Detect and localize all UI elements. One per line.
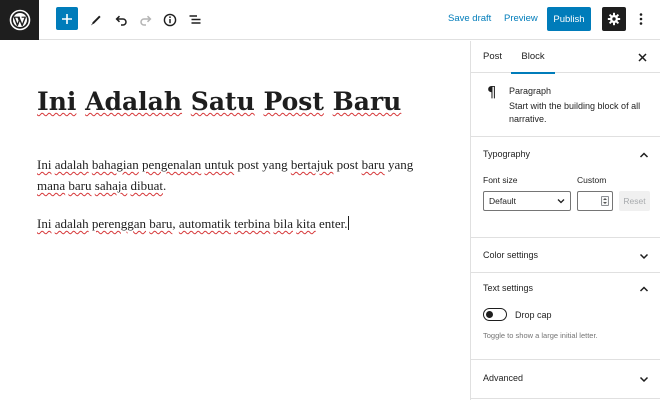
typography-title: Typography	[483, 149, 531, 159]
wordpress-logo-icon[interactable]	[0, 0, 39, 40]
tools-button[interactable]	[85, 6, 107, 34]
text-settings-panel-toggle[interactable]: Text settings	[471, 279, 660, 301]
title-word: Baru	[332, 87, 402, 116]
tab-block[interactable]: Block	[511, 41, 555, 74]
misspelled-word: dibuat	[130, 178, 164, 193]
color-settings-title: Color settings	[483, 250, 539, 260]
custom-font-size-input[interactable]	[577, 191, 613, 211]
misspelled-word: adalah	[54, 157, 89, 172]
title-word: Adalah	[85, 87, 183, 116]
misspelled-word: automatik	[178, 216, 231, 231]
text-caret	[348, 216, 350, 230]
advanced-title: Advanced	[483, 373, 524, 383]
preview-button[interactable]: Preview	[504, 12, 538, 26]
misspelled-word: perenggan	[91, 216, 147, 231]
panel-divider	[471, 398, 660, 399]
tab-block-label: Block	[521, 51, 545, 62]
misspelled-word: sahaja	[94, 178, 128, 193]
panel-divider	[471, 359, 660, 360]
title-word: Post	[263, 87, 324, 116]
list-view-button[interactable]	[184, 6, 206, 34]
details-button[interactable]	[159, 6, 181, 34]
more-options-button[interactable]	[634, 8, 648, 30]
reset-button[interactable]: Reset	[619, 191, 650, 211]
add-block-button[interactable]	[56, 7, 78, 30]
drop-cap-label: Drop cap	[515, 310, 552, 320]
drop-cap-help-text: Toggle to show a large initial letter.	[483, 331, 598, 340]
drop-cap-toggle[interactable]	[483, 308, 507, 321]
undo-icon	[115, 15, 127, 26]
misspelled-word: adalah	[54, 216, 89, 231]
more-vertical-icon	[639, 13, 643, 25]
chevron-down-icon	[557, 199, 565, 204]
title-word: Satu	[190, 87, 255, 116]
panel-divider	[471, 272, 660, 273]
chevron-down-icon	[639, 253, 649, 260]
settings-button[interactable]	[602, 7, 626, 31]
font-size-value: Default	[489, 196, 516, 206]
close-sidebar-button[interactable]	[635, 50, 649, 64]
settings-sidebar: Post Block ¶ Paragraph Start with the bu…	[470, 41, 660, 400]
post-title[interactable]: Ini Adalah Satu Post Baru	[37, 85, 401, 119]
info-icon	[163, 13, 177, 27]
number-spinner-icon[interactable]	[601, 196, 609, 206]
chevron-down-icon	[639, 376, 649, 383]
plus-icon	[62, 13, 72, 24]
pencil-icon	[91, 15, 101, 26]
editor-top-toolbar: Save draft Preview Publish	[0, 0, 660, 40]
misspelled-word: bila	[273, 216, 293, 231]
panel-divider	[471, 237, 660, 238]
misspelled-word: terbina	[234, 216, 271, 231]
advanced-panel-toggle[interactable]: Advanced	[471, 369, 660, 391]
toggle-knob	[486, 311, 493, 318]
misspelled-word: bertajuk	[290, 157, 334, 172]
misspelled-word: baru	[149, 216, 173, 231]
save-draft-button[interactable]: Save draft	[448, 12, 491, 26]
gear-icon	[607, 12, 621, 26]
misspelled-word: kita	[296, 216, 316, 231]
redo-button[interactable]	[135, 6, 157, 34]
chevron-up-icon	[639, 286, 649, 292]
misspelled-word: mana	[37, 178, 66, 193]
misspelled-word: pengenalan	[142, 157, 202, 172]
misspelled-word: baru	[361, 157, 385, 172]
close-icon	[637, 52, 647, 62]
text-settings-title: Text settings	[483, 283, 534, 293]
undo-button[interactable]	[110, 6, 132, 34]
block-card: ¶ Paragraph Start with the building bloc…	[471, 74, 660, 137]
tab-post[interactable]: Post	[483, 41, 502, 73]
misspelled-word: Ini	[37, 157, 52, 172]
paragraph-icon: ¶	[487, 83, 497, 101]
editor-canvas[interactable]: Ini Adalah Satu Post Baru Ini adalah bah…	[0, 41, 470, 400]
sidebar-tabs: Post Block	[471, 41, 660, 74]
block-name: Paragraph	[509, 86, 552, 96]
typography-panel-toggle[interactable]: Typography	[471, 145, 660, 167]
publish-button[interactable]: Publish	[547, 7, 591, 31]
misspelled-word: Ini	[37, 216, 52, 231]
custom-size-label: Custom	[577, 175, 607, 185]
misspelled-word: untuk	[204, 157, 235, 172]
redo-icon	[140, 15, 152, 26]
misspelled-word: bahagian	[91, 157, 139, 172]
chevron-up-icon	[639, 152, 649, 158]
font-size-label: Font size	[483, 175, 518, 185]
color-settings-panel-toggle[interactable]: Color settings	[471, 246, 660, 268]
block-description: Start with the building block of all nar…	[509, 101, 641, 124]
list-view-icon	[189, 15, 201, 24]
font-size-select[interactable]: Default	[483, 191, 571, 211]
paragraph-block-active[interactable]: Ini adalah perenggan baru, automatik ter…	[37, 213, 437, 234]
misspelled-word: baru	[68, 178, 92, 193]
paragraph-block[interactable]: Ini adalah bahagian pengenalan untuk pos…	[37, 154, 437, 196]
title-word: Ini	[37, 87, 77, 116]
